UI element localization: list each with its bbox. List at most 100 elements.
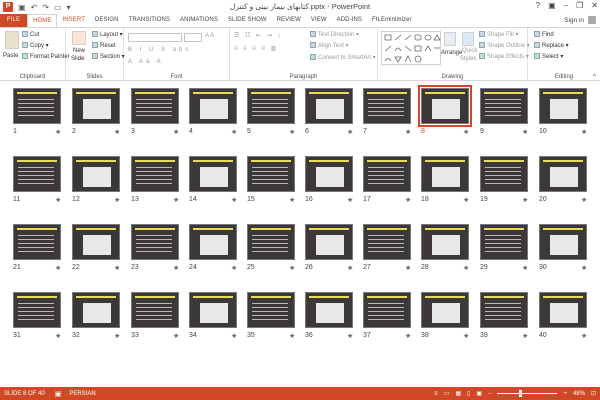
- transition-star-icon[interactable]: ★: [289, 128, 295, 136]
- transition-star-icon[interactable]: ★: [55, 332, 61, 340]
- normal-view-icon[interactable]: ▭: [444, 390, 450, 397]
- slide-thumbnail[interactable]: [421, 224, 469, 260]
- transition-star-icon[interactable]: ★: [581, 196, 587, 204]
- quick-styles-label-2[interactable]: Styles: [460, 56, 476, 62]
- text-direction-button[interactable]: Text Direction ▾: [310, 31, 359, 38]
- transition-star-icon[interactable]: ★: [463, 264, 469, 272]
- transition-star-icon[interactable]: ★: [173, 332, 179, 340]
- minimize-icon[interactable]: –: [564, 1, 568, 10]
- sign-in-link[interactable]: Sign in: [564, 17, 584, 24]
- fit-slide-icon[interactable]: ⊡: [591, 390, 596, 397]
- new-slide-icon[interactable]: [72, 31, 86, 45]
- transition-star-icon[interactable]: ★: [55, 128, 61, 136]
- font-name-field[interactable]: [128, 33, 182, 42]
- shape-outline-button[interactable]: Shape Outline ▾: [479, 42, 530, 49]
- section-button[interactable]: Section ▾: [92, 53, 125, 60]
- transition-star-icon[interactable]: ★: [114, 196, 120, 204]
- transition-star-icon[interactable]: ★: [231, 264, 237, 272]
- transition-star-icon[interactable]: ★: [289, 332, 295, 340]
- slide-thumbnail[interactable]: [539, 156, 587, 192]
- slide-thumbnail[interactable]: [421, 292, 469, 328]
- transition-star-icon[interactable]: ★: [347, 264, 353, 272]
- format-painter-button[interactable]: Format Painter: [22, 53, 70, 60]
- ribbon-display-options-icon[interactable]: ▣: [548, 1, 556, 10]
- slide-thumbnail[interactable]: [131, 224, 179, 260]
- slide-thumbnail[interactable]: [363, 224, 411, 260]
- font-format-buttons[interactable]: B I U S abc: [128, 47, 191, 53]
- font-size-field[interactable]: [184, 33, 202, 42]
- slide-thumbnail[interactable]: [13, 292, 61, 328]
- slide-thumbnail[interactable]: [189, 88, 237, 124]
- find-button[interactable]: Find: [534, 31, 554, 38]
- list-buttons[interactable]: ☰ ☷ ⇤ ⇥ ↕: [234, 32, 282, 39]
- language-status[interactable]: PERSIAN: [69, 391, 95, 397]
- slide-thumbnail[interactable]: [189, 292, 237, 328]
- transition-star-icon[interactable]: ★: [581, 332, 587, 340]
- transition-star-icon[interactable]: ★: [522, 196, 528, 204]
- slide-thumbnail[interactable]: [305, 292, 353, 328]
- transition-star-icon[interactable]: ★: [231, 128, 237, 136]
- tab-review[interactable]: REVIEW: [272, 14, 306, 27]
- tab-add-ins[interactable]: ADD-INS: [332, 14, 367, 27]
- slide-thumbnail[interactable]: [131, 156, 179, 192]
- transition-star-icon[interactable]: ★: [347, 332, 353, 340]
- new-slide-label-2[interactable]: Slide: [71, 56, 84, 62]
- slide-thumbnail[interactable]: [247, 88, 295, 124]
- slide-thumbnail[interactable]: [363, 88, 411, 124]
- slide-thumbnail[interactable]: [480, 156, 528, 192]
- transition-star-icon[interactable]: ★: [522, 332, 528, 340]
- slide-sorter-view-icon[interactable]: ▦: [455, 390, 461, 397]
- tab-transitions[interactable]: TRANSITIONS: [124, 14, 175, 27]
- select-button[interactable]: Select ▾: [534, 53, 563, 60]
- reset-button[interactable]: Reset: [92, 42, 116, 49]
- slide-thumbnail[interactable]: [189, 224, 237, 260]
- slide-thumbnail[interactable]: [72, 156, 120, 192]
- layout-button[interactable]: Layout ▾: [92, 31, 123, 38]
- slide-thumbnail[interactable]: [13, 88, 61, 124]
- slide-thumbnail[interactable]: [305, 156, 353, 192]
- paste-button[interactable]: Paste: [3, 53, 18, 59]
- zoom-level[interactable]: 48%: [573, 391, 585, 397]
- quick-styles-icon[interactable]: [462, 32, 474, 46]
- zoom-thumb[interactable]: [519, 390, 523, 397]
- copy-button[interactable]: Copy ▾: [22, 42, 49, 49]
- slide-thumbnail[interactable]: [363, 156, 411, 192]
- slide-thumbnail[interactable]: [247, 224, 295, 260]
- transition-star-icon[interactable]: ★: [347, 196, 353, 204]
- help-icon[interactable]: ?: [536, 1, 540, 10]
- shapes-gallery[interactable]: [381, 31, 441, 65]
- slide-thumbnail[interactable]: [305, 224, 353, 260]
- font-color-buttons[interactable]: A Aa A: [128, 59, 164, 65]
- slide-thumbnail[interactable]: [480, 224, 528, 260]
- replace-button[interactable]: Replace ▾: [534, 42, 569, 49]
- quick-styles-label-1[interactable]: Quick: [462, 48, 477, 54]
- transition-star-icon[interactable]: ★: [581, 264, 587, 272]
- zoom-out-icon[interactable]: –: [488, 391, 491, 397]
- slide-thumbnail[interactable]: [539, 292, 587, 328]
- slide-thumbnail[interactable]: [480, 88, 528, 124]
- collapse-ribbon-icon[interactable]: ^: [593, 74, 596, 80]
- zoom-slider[interactable]: [497, 390, 558, 397]
- tab-insert[interactable]: INSERT: [57, 14, 90, 27]
- slideshow-view-icon[interactable]: ▣: [476, 390, 482, 397]
- cut-button[interactable]: Cut: [22, 31, 39, 38]
- transition-star-icon[interactable]: ★: [114, 128, 120, 136]
- new-slide-label-1[interactable]: New: [73, 48, 85, 54]
- slide-thumbnail[interactable]: [421, 156, 469, 192]
- slide-thumbnail[interactable]: [72, 88, 120, 124]
- transition-star-icon[interactable]: ★: [463, 128, 469, 136]
- transition-star-icon[interactable]: ★: [463, 332, 469, 340]
- slide-thumbnail[interactable]: [189, 156, 237, 192]
- slide-thumbnail[interactable]: [539, 88, 587, 124]
- slide-thumbnail[interactable]: [13, 156, 61, 192]
- transition-star-icon[interactable]: ★: [347, 128, 353, 136]
- transition-star-icon[interactable]: ★: [289, 264, 295, 272]
- transition-star-icon[interactable]: ★: [405, 264, 411, 272]
- slide-thumbnail[interactable]: [72, 292, 120, 328]
- slide-thumbnail[interactable]: [363, 292, 411, 328]
- transition-star-icon[interactable]: ★: [289, 196, 295, 204]
- slide-thumbnail[interactable]: [131, 88, 179, 124]
- transition-star-icon[interactable]: ★: [522, 128, 528, 136]
- transition-star-icon[interactable]: ★: [231, 332, 237, 340]
- transition-star-icon[interactable]: ★: [522, 264, 528, 272]
